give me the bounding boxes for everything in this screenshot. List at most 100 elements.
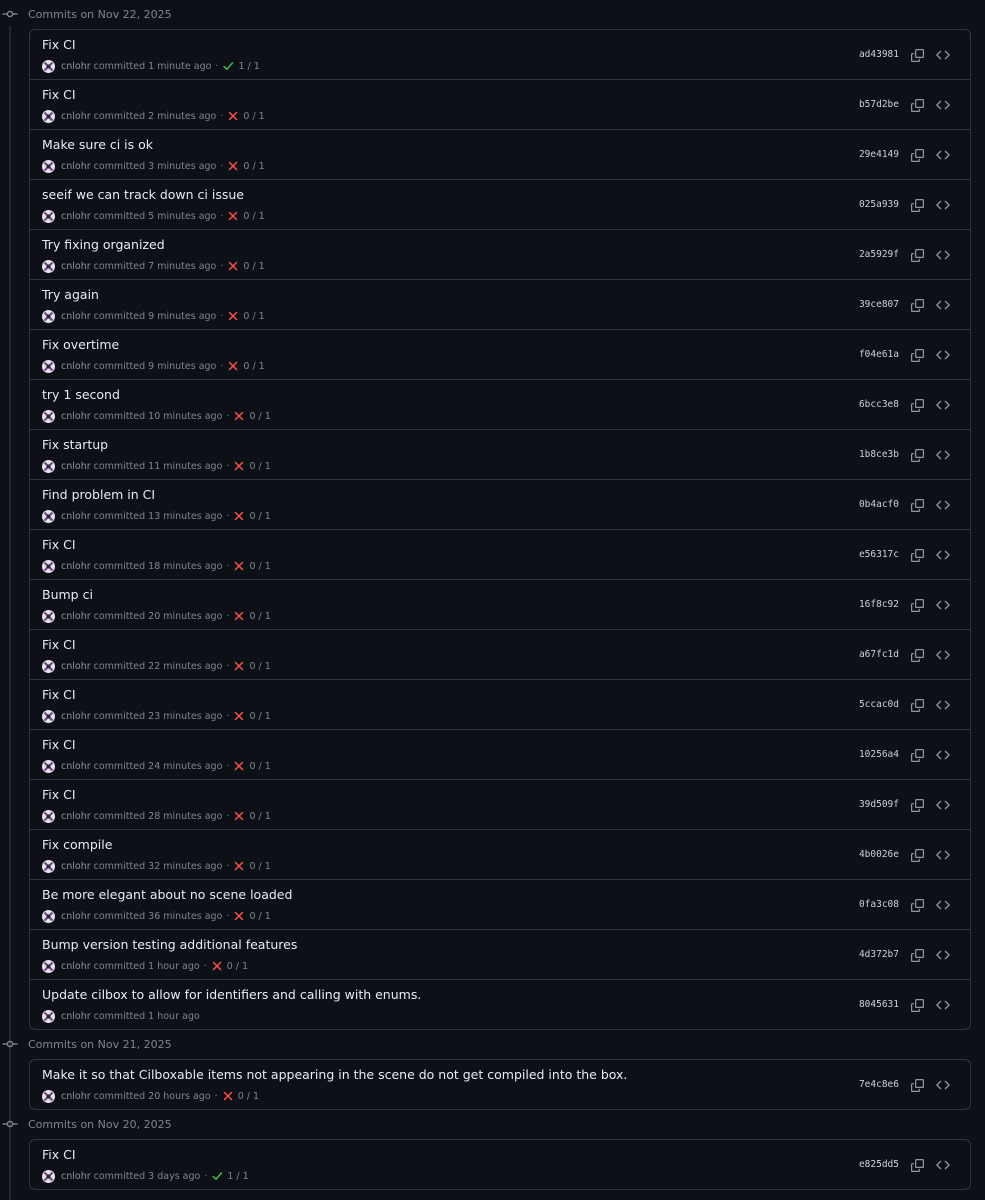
- copy-sha-button[interactable]: [907, 95, 927, 115]
- commit-sha-link[interactable]: 7e4c8e6: [859, 1079, 899, 1090]
- browse-repo-button[interactable]: [933, 45, 953, 65]
- browse-repo-button[interactable]: [933, 95, 953, 115]
- commit-message-link[interactable]: Update cilbox to allow for identifiers a…: [42, 987, 421, 1002]
- commit-sha-link[interactable]: 10256a4: [859, 749, 899, 760]
- copy-sha-button[interactable]: [907, 395, 927, 415]
- commit-status[interactable]: · 0 / 1: [216, 260, 264, 272]
- commit-sha-link[interactable]: b57d2be: [859, 99, 899, 110]
- commit-author-link[interactable]: cnlohr: [61, 61, 91, 72]
- commit-status[interactable]: · 0 / 1: [222, 810, 270, 822]
- commit-message-link[interactable]: Fix CI: [42, 687, 76, 702]
- browse-repo-button[interactable]: [933, 645, 953, 665]
- commit-status[interactable]: · 0 / 1: [216, 210, 264, 222]
- commit-status[interactable]: · 0 / 1: [216, 110, 264, 122]
- commit-sha-link[interactable]: 0b4acf0: [859, 499, 899, 510]
- copy-sha-button[interactable]: [907, 145, 927, 165]
- browse-repo-button[interactable]: [933, 295, 953, 315]
- commit-sha-link[interactable]: 39d509f: [859, 799, 899, 810]
- copy-sha-button[interactable]: [907, 495, 927, 515]
- avatar[interactable]: [42, 359, 55, 373]
- avatar[interactable]: [42, 509, 55, 523]
- commit-author-link[interactable]: cnlohr: [61, 411, 91, 422]
- commit-sha-link[interactable]: e825dd5: [859, 1159, 899, 1170]
- commit-sha-link[interactable]: e56317c: [859, 549, 899, 560]
- copy-sha-button[interactable]: [907, 595, 927, 615]
- commit-sha-link[interactable]: 5ccac0d: [859, 699, 899, 710]
- commit-status[interactable]: · 0 / 1: [222, 410, 270, 422]
- browse-repo-button[interactable]: [933, 545, 953, 565]
- commit-sha-link[interactable]: 29e4149: [859, 149, 899, 160]
- commit-message-link[interactable]: Bump version testing additional features: [42, 937, 297, 952]
- copy-sha-button[interactable]: [907, 895, 927, 915]
- commit-author-link[interactable]: cnlohr: [61, 961, 91, 972]
- avatar[interactable]: [42, 209, 55, 223]
- commit-sha-link[interactable]: 2a5929f: [859, 249, 899, 260]
- copy-sha-button[interactable]: [907, 245, 927, 265]
- avatar[interactable]: [42, 1089, 55, 1103]
- commit-message-link[interactable]: Fix CI: [42, 637, 76, 652]
- commit-author-link[interactable]: cnlohr: [61, 661, 91, 672]
- commit-status[interactable]: · 0 / 1: [216, 310, 264, 322]
- commit-message-link[interactable]: Fix CI: [42, 37, 76, 52]
- copy-sha-button[interactable]: [907, 745, 927, 765]
- browse-repo-button[interactable]: [933, 745, 953, 765]
- commit-message-link[interactable]: Fix CI: [42, 737, 76, 752]
- commit-sha-link[interactable]: 1b8ce3b: [859, 449, 899, 460]
- copy-sha-button[interactable]: [907, 1155, 927, 1175]
- avatar[interactable]: [42, 309, 55, 323]
- browse-repo-button[interactable]: [933, 195, 953, 215]
- avatar[interactable]: [42, 259, 55, 273]
- commit-author-link[interactable]: cnlohr: [61, 461, 91, 472]
- copy-sha-button[interactable]: [907, 995, 927, 1015]
- avatar[interactable]: [42, 709, 55, 723]
- copy-sha-button[interactable]: [907, 945, 927, 965]
- browse-repo-button[interactable]: [933, 395, 953, 415]
- commit-author-link[interactable]: cnlohr: [61, 611, 91, 622]
- commit-author-link[interactable]: cnlohr: [61, 1171, 91, 1182]
- commit-status[interactable]: · 0 / 1: [222, 660, 270, 672]
- commit-message-link[interactable]: Fix startup: [42, 437, 108, 452]
- commit-status[interactable]: · 0 / 1: [222, 560, 270, 572]
- avatar[interactable]: [42, 159, 55, 173]
- commit-status[interactable]: · 0 / 1: [216, 160, 264, 172]
- commit-message-link[interactable]: Fix overtime: [42, 337, 119, 352]
- commit-status[interactable]: · 0 / 1: [216, 360, 264, 372]
- commit-sha-link[interactable]: 16f8c92: [859, 599, 899, 610]
- browse-repo-button[interactable]: [933, 1155, 953, 1175]
- commit-message-link[interactable]: Be more elegant about no scene loaded: [42, 887, 292, 902]
- commit-status[interactable]: · 0 / 1: [222, 460, 270, 472]
- commit-author-link[interactable]: cnlohr: [61, 311, 91, 322]
- commit-message-link[interactable]: Fix CI: [42, 87, 76, 102]
- avatar[interactable]: [42, 109, 55, 123]
- copy-sha-button[interactable]: [907, 295, 927, 315]
- copy-sha-button[interactable]: [907, 1075, 927, 1095]
- commit-sha-link[interactable]: 6bcc3e8: [859, 399, 899, 410]
- browse-repo-button[interactable]: [933, 695, 953, 715]
- commit-message-link[interactable]: Fix CI: [42, 1147, 76, 1162]
- commit-status[interactable]: · 0 / 1: [222, 910, 270, 922]
- avatar[interactable]: [42, 959, 55, 973]
- copy-sha-button[interactable]: [907, 695, 927, 715]
- copy-sha-button[interactable]: [907, 345, 927, 365]
- commit-author-link[interactable]: cnlohr: [61, 511, 91, 522]
- commit-message-link[interactable]: Fix compile: [42, 837, 112, 852]
- browse-repo-button[interactable]: [933, 495, 953, 515]
- browse-repo-button[interactable]: [933, 345, 953, 365]
- commit-sha-link[interactable]: 4d372b7: [859, 949, 899, 960]
- commit-sha-link[interactable]: 0fa3c08: [859, 899, 899, 910]
- commit-status[interactable]: · 1 / 1: [211, 60, 259, 72]
- commit-message-link[interactable]: Try again: [42, 287, 99, 302]
- commit-author-link[interactable]: cnlohr: [61, 561, 91, 572]
- browse-repo-button[interactable]: [933, 945, 953, 965]
- commit-author-link[interactable]: cnlohr: [61, 161, 91, 172]
- commit-status[interactable]: · 0 / 1: [222, 710, 270, 722]
- commit-message-link[interactable]: Fix CI: [42, 537, 76, 552]
- browse-repo-button[interactable]: [933, 1075, 953, 1095]
- copy-sha-button[interactable]: [907, 195, 927, 215]
- commit-status[interactable]: · 0 / 1: [200, 960, 248, 972]
- commit-sha-link[interactable]: 8045631: [859, 999, 899, 1010]
- avatar[interactable]: [42, 809, 55, 823]
- commit-status[interactable]: · 0 / 1: [222, 760, 270, 772]
- browse-repo-button[interactable]: [933, 845, 953, 865]
- browse-repo-button[interactable]: [933, 995, 953, 1015]
